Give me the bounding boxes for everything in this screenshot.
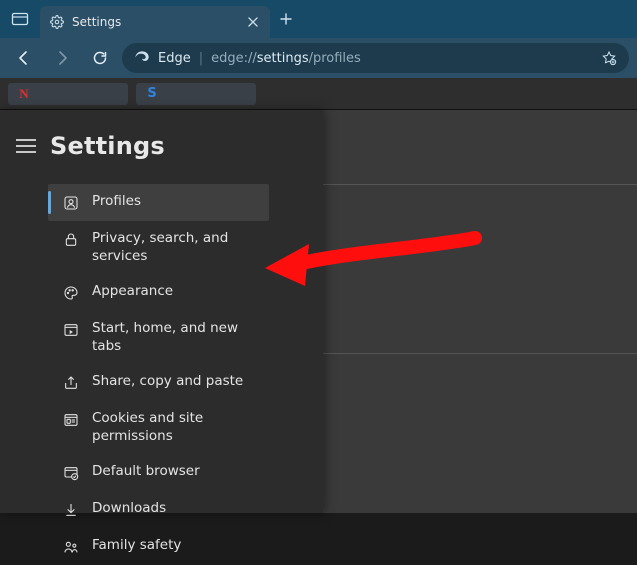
address-bar[interactable]: Edge | edge://settings/profiles xyxy=(122,43,629,73)
gear-icon xyxy=(50,15,64,29)
bookmark-item[interactable]: N xyxy=(8,83,128,105)
settings-menu: Profiles Privacy, search, and services A… xyxy=(0,174,323,565)
edge-logo-icon xyxy=(134,50,150,66)
lock-icon xyxy=(62,231,80,249)
address-url: edge://settings/profiles xyxy=(211,51,361,66)
menu-label: Appearance xyxy=(92,283,173,301)
menu-label: Family safety xyxy=(92,537,181,555)
tab-actions-icon[interactable] xyxy=(0,12,40,26)
settings-drawer: Settings Profiles Privacy, search, and s… xyxy=(0,110,323,513)
refresh-button[interactable] xyxy=(84,42,116,74)
profile-icon xyxy=(62,194,80,212)
cookies-icon xyxy=(62,411,80,429)
family-icon xyxy=(62,538,80,556)
forward-button[interactable] xyxy=(46,42,78,74)
menu-hamburger-icon[interactable] xyxy=(16,139,36,153)
menu-item-start[interactable]: Start, home, and new tabs xyxy=(48,311,269,364)
menu-item-appearance[interactable]: Appearance xyxy=(48,274,269,311)
menu-label: Downloads xyxy=(92,500,166,518)
share-icon xyxy=(62,374,80,392)
favorite-star-icon[interactable] xyxy=(601,50,617,66)
menu-item-share[interactable]: Share, copy and paste xyxy=(48,364,269,401)
bookmark-item[interactable]: S xyxy=(136,83,256,105)
menu-item-privacy[interactable]: Privacy, search, and services xyxy=(48,221,269,274)
bookmark-favicon: N xyxy=(16,86,32,102)
palette-icon xyxy=(62,284,80,302)
window-play-icon xyxy=(62,321,80,339)
menu-item-profiles[interactable]: Profiles xyxy=(48,184,269,221)
download-icon xyxy=(62,501,80,519)
menu-label: Start, home, and new tabs xyxy=(92,320,257,355)
tab-title: Settings xyxy=(72,15,121,29)
back-button[interactable] xyxy=(8,42,40,74)
menu-label: Profiles xyxy=(92,193,141,211)
browser-tab[interactable]: Settings xyxy=(40,6,270,38)
page-content: n Settings Profiles Privacy, search, and… xyxy=(0,110,637,513)
close-icon[interactable] xyxy=(246,15,260,29)
menu-label: Cookies and site permissions xyxy=(92,410,257,445)
new-tab-button[interactable] xyxy=(270,13,302,25)
menu-label: Privacy, search, and services xyxy=(92,230,257,265)
menu-item-family[interactable]: Family safety xyxy=(48,528,269,565)
menu-item-downloads[interactable]: Downloads xyxy=(48,491,269,528)
bookmarks-bar: N S xyxy=(0,78,637,110)
browser-toolbar: Edge | edge://settings/profiles xyxy=(0,38,637,78)
address-identity: Edge xyxy=(158,51,191,66)
browser-titlebar: Settings xyxy=(0,0,637,38)
menu-label: Default browser xyxy=(92,463,200,481)
menu-item-default-browser[interactable]: Default browser xyxy=(48,454,269,491)
menu-label: Share, copy and paste xyxy=(92,373,243,391)
browser-check-icon xyxy=(62,464,80,482)
page-title: Settings xyxy=(50,132,165,160)
menu-item-cookies[interactable]: Cookies and site permissions xyxy=(48,401,269,454)
bookmark-favicon: S xyxy=(144,86,160,102)
address-separator: | xyxy=(199,51,203,66)
